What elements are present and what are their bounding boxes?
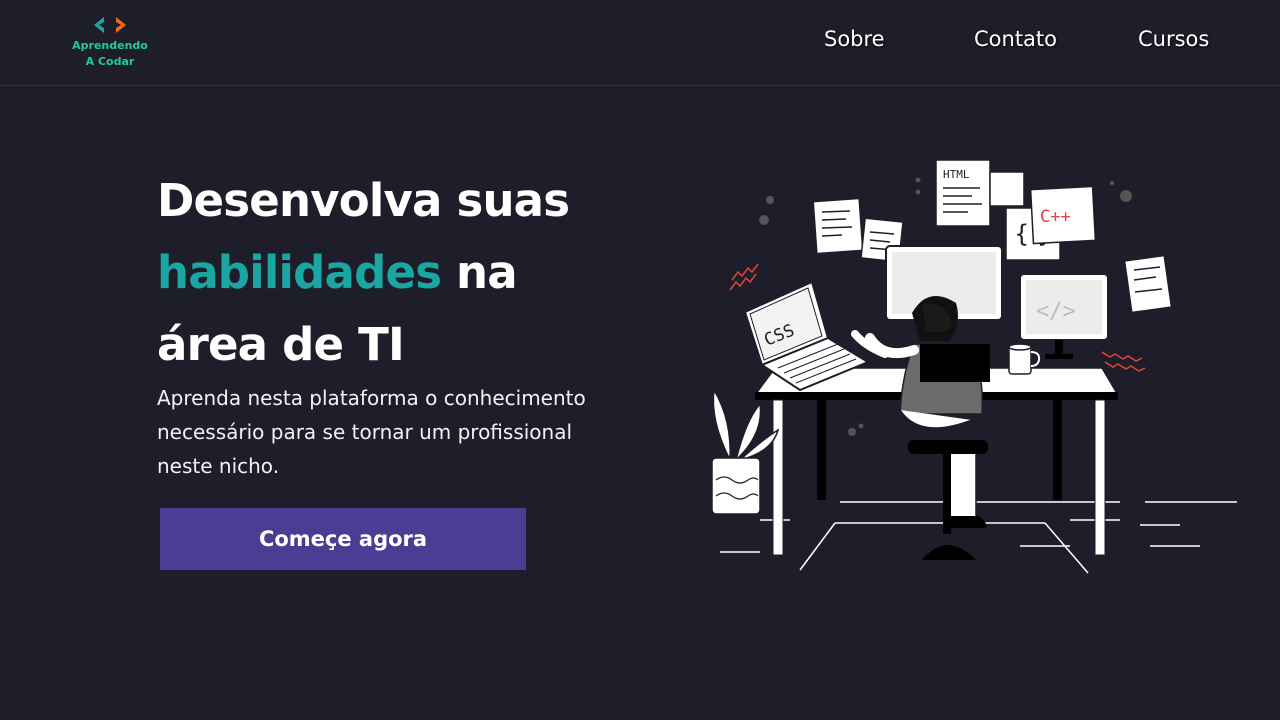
cpp-label: C++ <box>1040 207 1071 227</box>
header: Aprendendo A Codar Sobre Contato Cursos <box>0 0 1280 86</box>
hero-title-accent: habilidades <box>157 246 442 299</box>
hero-subtitle: Aprenda nesta plataforma o conhecimento … <box>157 386 586 478</box>
logo-text-line1: Aprendendo <box>72 39 148 52</box>
start-now-button[interactable]: Começe agora <box>160 508 526 570</box>
paper-html: HTML <box>935 159 991 227</box>
monitor-right: </> <box>1019 273 1109 359</box>
nav-link-sobre[interactable]: Sobre <box>824 27 885 51</box>
chevron-right-icon <box>116 17 126 33</box>
plant <box>711 387 780 515</box>
floor-lines <box>720 501 1237 574</box>
logo-text-line2: A Codar <box>85 55 135 68</box>
nav-link-contato[interactable]: Contato <box>974 27 1057 51</box>
paper-cpp: C++ <box>1029 185 1097 245</box>
nav-link-cursos[interactable]: Cursos <box>1138 27 1209 51</box>
hero-title-line1: Desenvolva suas <box>157 174 570 227</box>
paper-left <box>812 197 864 255</box>
developer-person <box>851 295 990 560</box>
hero-title-line3: área de TI <box>157 318 405 371</box>
chevron-left-icon <box>94 17 104 33</box>
html-label: HTML <box>943 168 970 181</box>
developer-illustration: HTML { } C++ <box>711 159 1237 574</box>
monitor-code-label: </> <box>1036 299 1076 324</box>
logo[interactable]: Aprendendo A Codar <box>66 14 154 70</box>
logo-icons <box>66 14 154 38</box>
hero-title-line2: na <box>441 246 518 299</box>
hero-title: Desenvolva suas habilidades na área de T… <box>157 165 627 381</box>
paper-right <box>1123 254 1173 314</box>
